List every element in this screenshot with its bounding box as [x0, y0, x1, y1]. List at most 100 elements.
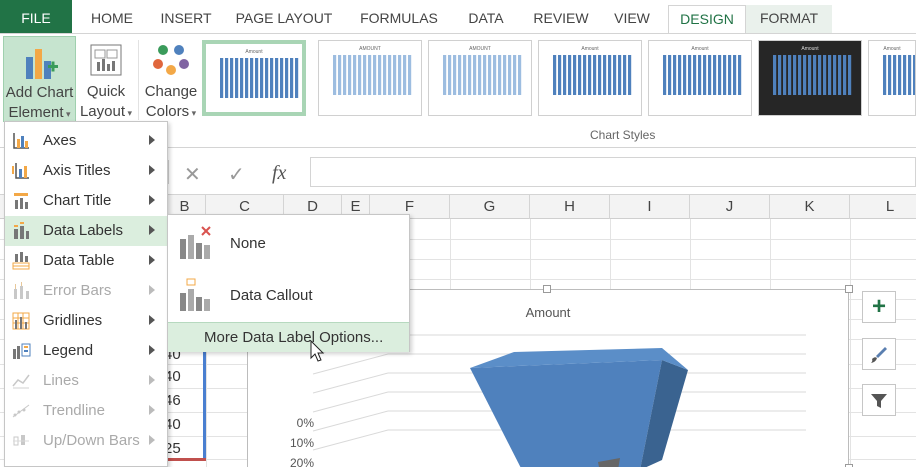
gridlines-icon: [12, 312, 30, 330]
thumb-bar: [728, 55, 732, 95]
menu-item-label: Gridlines: [43, 312, 103, 329]
thumb-title: Amount: [883, 46, 901, 52]
tab-page-layout[interactable]: PAGE LAYOUT: [228, 5, 340, 34]
thumb-bar: [573, 55, 577, 95]
tab-formulas[interactable]: FORMULAS: [352, 5, 446, 34]
chart-resize-handle[interactable]: [845, 285, 853, 293]
add-chart-element-button[interactable]: Add Chart Element ▾: [3, 36, 76, 122]
menu-item-data-labels[interactable]: Data Labels: [5, 216, 167, 246]
chart-elements-button[interactable]: +: [862, 291, 896, 323]
thumb-bar: [473, 55, 477, 95]
column-header[interactable]: K: [770, 195, 850, 219]
thumb-bar: [808, 55, 812, 95]
tab-design[interactable]: DESIGN: [668, 5, 746, 34]
thumb-bar: [503, 55, 507, 95]
thumb-bar: [443, 55, 447, 95]
column-header[interactable]: L: [850, 195, 916, 219]
chart-style-thumb[interactable]: AMOUNT: [428, 40, 532, 116]
enter-icon[interactable]: ✓: [228, 162, 245, 187]
tab-review[interactable]: REVIEW: [524, 5, 598, 34]
thumb-bar: [225, 58, 229, 98]
menu-item-axis-titles[interactable]: Axis Titles: [5, 156, 167, 186]
menu-item-gridlines[interactable]: Gridlines: [5, 306, 167, 336]
chart-styles-button[interactable]: [862, 338, 896, 370]
data-callout-icon: [180, 278, 210, 311]
column-header[interactable]: J: [690, 195, 770, 219]
thumb-bar: [558, 55, 562, 95]
chart-style-thumb[interactable]: Amount: [648, 40, 752, 116]
thumb-bar: [688, 55, 692, 95]
menu-item-label: Legend: [43, 342, 94, 359]
thumb-bar: [348, 55, 352, 95]
menu-item-data-table[interactable]: Data Table: [5, 246, 167, 276]
submenu-item-data-callout[interactable]: Data Callout: [168, 271, 409, 319]
thumb-bar: [393, 55, 397, 95]
tab-file[interactable]: FILE: [0, 0, 72, 34]
chart-style-thumb[interactable]: Amount: [202, 40, 306, 116]
thumb-bar: [668, 55, 672, 95]
menu-item-chart-title[interactable]: Chart Title: [5, 186, 167, 216]
thumb-bar: [295, 58, 299, 98]
thumb-bar: [583, 55, 587, 95]
mouse-cursor-icon: [310, 340, 325, 362]
thumb-bar: [798, 55, 802, 95]
error-bars-icon: [14, 282, 29, 299]
chart-style-thumb[interactable]: Amount: [538, 40, 642, 116]
legend-icon: [13, 343, 31, 359]
submenu-item-none[interactable]: None: [168, 219, 409, 267]
funnel-shape[interactable]: [470, 348, 688, 467]
cancel-icon[interactable]: ✕: [184, 162, 201, 187]
tab-format[interactable]: FORMAT: [746, 5, 832, 34]
chart-style-thumb[interactable]: Amount: [758, 40, 862, 116]
thumb-bar: [733, 55, 737, 95]
thumb-bar: [588, 55, 592, 95]
change-colors-button[interactable]: Change Colors ▾: [142, 36, 200, 122]
menu-item-up-down-bars[interactable]: Up/Down Bars: [5, 426, 167, 456]
axis-tick-label: 20%: [290, 456, 314, 467]
thumb-bar: [848, 55, 852, 95]
chevron-down-icon: ▾: [189, 108, 197, 118]
menu-item-lines[interactable]: Lines: [5, 366, 167, 396]
thumb-bar: [398, 55, 402, 95]
insert-function-icon[interactable]: fx: [272, 162, 286, 185]
quick-layout-button[interactable]: Quick Layout ▾: [78, 36, 134, 122]
thumb-bar: [663, 55, 667, 95]
axes-icon: [13, 133, 29, 149]
thumb-bar: [908, 55, 912, 95]
thumb-bar: [338, 55, 342, 95]
column-header[interactable]: H: [530, 195, 610, 219]
thumb-bar: [383, 55, 387, 95]
formula-input[interactable]: [310, 157, 916, 187]
submenu-item-more-data-label-options[interactable]: More Data Label Options...: [168, 322, 409, 352]
menu-item-label: Lines: [43, 372, 79, 389]
thumb-bar: [823, 55, 827, 95]
menu-item-axes[interactable]: Axes: [5, 126, 167, 156]
chart-style-thumb[interactable]: Amount: [868, 40, 916, 116]
chart-style-thumb[interactable]: AMOUNT: [318, 40, 422, 116]
tab-insert[interactable]: INSERT: [152, 5, 220, 34]
column-header[interactable]: G: [450, 195, 530, 219]
column-header[interactable]: I: [610, 195, 690, 219]
thumb-bar: [693, 55, 697, 95]
menu-item-label: Data Labels: [43, 222, 124, 239]
menu-item-legend[interactable]: Legend: [5, 336, 167, 366]
tab-view[interactable]: VIEW: [608, 5, 656, 34]
thumb-bar: [403, 55, 407, 95]
tab-data[interactable]: DATA: [458, 5, 514, 34]
thumb-bar: [738, 55, 742, 95]
tab-home[interactable]: HOME: [80, 5, 144, 34]
chart-filters-button[interactable]: [862, 384, 896, 416]
submenu-arrow-icon: [149, 435, 155, 445]
chart-resize-handle[interactable]: [543, 285, 551, 293]
menu-item-trendline[interactable]: Trendline: [5, 396, 167, 426]
axis-tick-label: 10%: [290, 436, 314, 450]
thumb-bar: [483, 55, 487, 95]
menu-item-label: Error Bars: [43, 282, 112, 299]
thumb-bar: [240, 58, 244, 98]
thumb-bar: [250, 58, 254, 98]
menu-item-error-bars[interactable]: Error Bars: [5, 276, 167, 306]
thumb-bar: [618, 55, 622, 95]
thumb-bar: [673, 55, 677, 95]
thumb-bar: [678, 55, 682, 95]
add-chart-element-icon: [25, 49, 58, 79]
